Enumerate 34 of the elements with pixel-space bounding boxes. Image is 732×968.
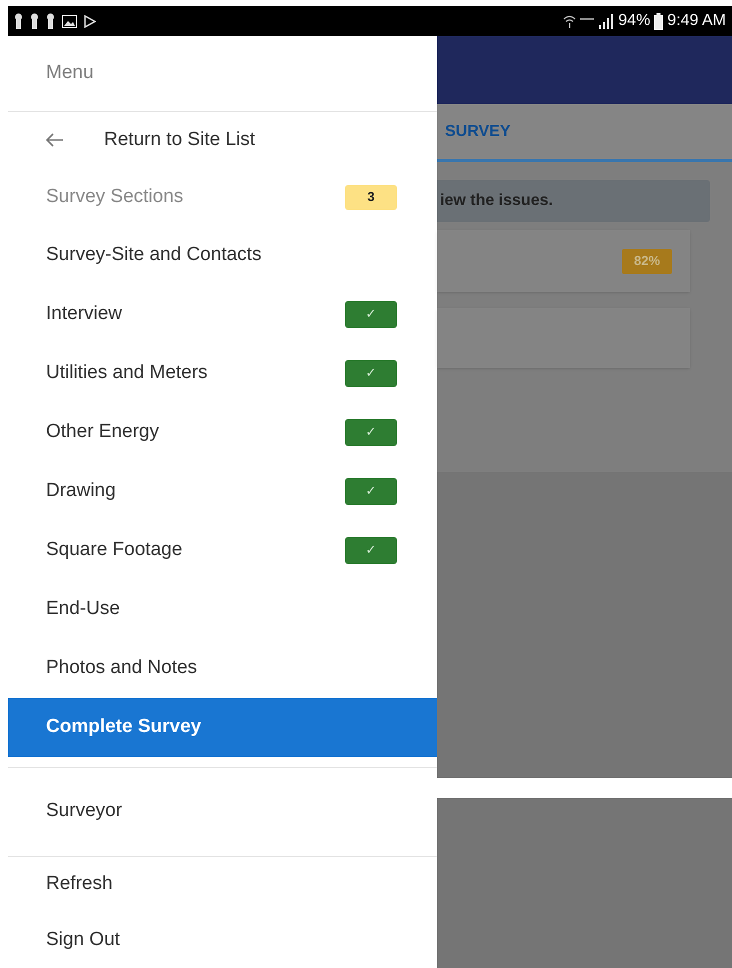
- menu-item[interactable]: Surveyor: [46, 797, 122, 826]
- section-item[interactable]: Survey-Site and Contacts: [8, 226, 437, 285]
- section-item[interactable]: Utilities and Meters ✓: [8, 344, 437, 403]
- figure-icon: [46, 13, 55, 29]
- check-badge: ✓: [345, 536, 397, 564]
- menu-item[interactable]: Sign Out: [46, 926, 120, 954]
- signal-icon: [598, 14, 614, 28]
- section-item[interactable]: Other Energy ✓: [8, 402, 437, 462]
- menu-title: Menu: [46, 61, 94, 85]
- section-item[interactable]: Complete Survey: [8, 698, 437, 757]
- progress-badge: 82%: [622, 248, 672, 274]
- menu-item[interactable]: Refresh: [46, 870, 113, 899]
- play-icon: [84, 14, 96, 28]
- clock: 9:49 AM: [667, 11, 726, 31]
- figure-icon: [30, 13, 39, 29]
- return-link[interactable]: Return to Site List: [8, 112, 437, 169]
- check-badge: ✓: [345, 300, 397, 328]
- figure-icon: [14, 13, 23, 29]
- battery-percent: 94%: [618, 11, 650, 31]
- check-badge: ✓: [345, 418, 397, 446]
- section-item[interactable]: Drawing ✓: [8, 462, 437, 521]
- section-item[interactable]: Square Footage ✓: [8, 520, 437, 580]
- section-item[interactable]: End-Use: [8, 580, 437, 639]
- section-heading: Survey Sections: [46, 184, 184, 209]
- wifi-icon: [563, 14, 576, 28]
- notice-banner: iew the issues.: [437, 180, 710, 222]
- check-badge: ✓: [345, 360, 397, 387]
- section-item[interactable]: Photos and Notes: [8, 638, 437, 698]
- check-badge: ✓: [345, 478, 397, 505]
- section-item[interactable]: Interview ✓: [8, 284, 437, 344]
- battery-icon: [654, 12, 664, 30]
- count-badge: 3: [345, 184, 397, 210]
- image-icon: [62, 14, 77, 28]
- back-arrow-icon: [46, 133, 64, 148]
